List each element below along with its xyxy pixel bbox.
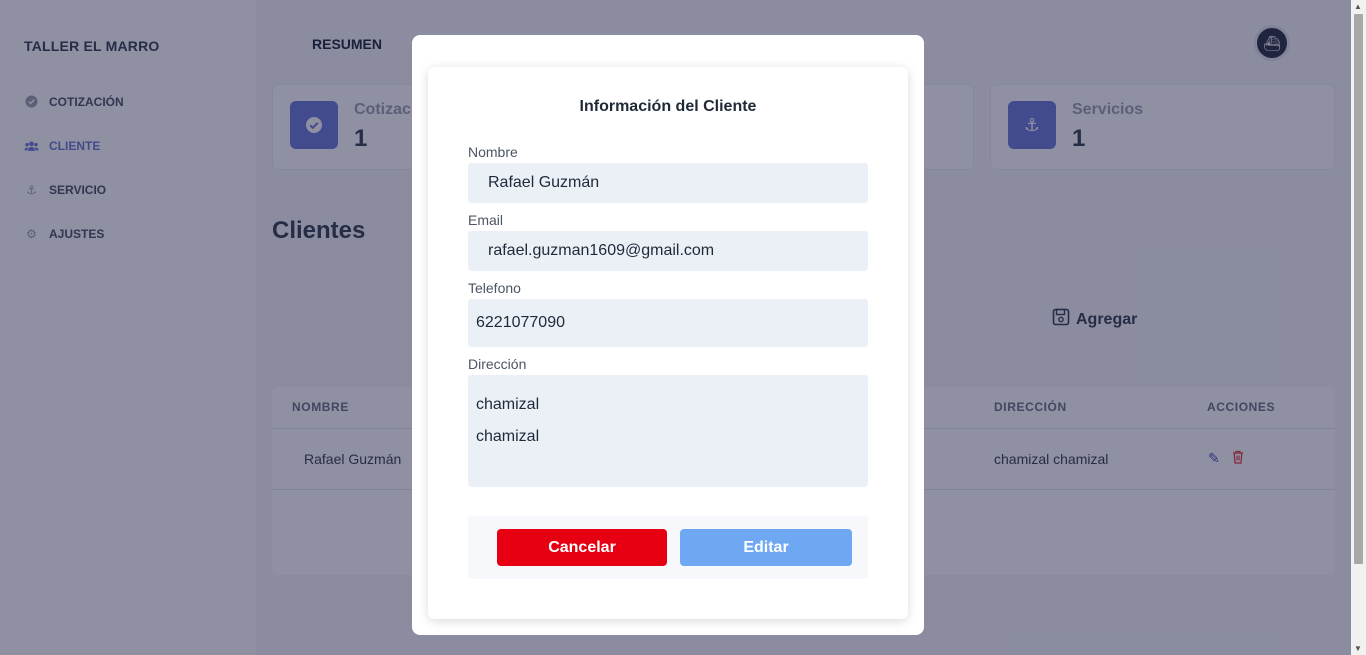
email-label: Email [468,212,504,228]
telefono-label: Telefono [468,280,521,296]
direccion-line: chamizal [476,428,540,445]
modal-actions: Cancelar Editar [468,516,868,579]
modal-title: Información del Cliente [579,98,757,115]
scroll-up-icon[interactable]: ▲ [1354,2,1362,11]
telefono-field[interactable]: 6221077090 [468,299,868,347]
scrollbar[interactable]: ▲ ▼ [1351,0,1366,655]
scroll-down-icon[interactable]: ▼ [1354,644,1362,653]
client-info-modal: Información del Cliente Nombre Rafael Gu… [412,35,924,635]
email-field[interactable]: rafael.guzman1609@gmail.com [468,231,868,271]
direccion-textarea[interactable]: chamizal chamizal [468,375,868,487]
nombre-label: Nombre [468,144,518,160]
direccion-line: chamizal [476,396,540,413]
edit-button[interactable]: Editar [680,529,852,566]
scroll-thumb[interactable] [1354,14,1363,564]
direccion-label: Dirección [468,356,527,372]
cancel-button[interactable]: Cancelar [497,529,667,566]
nombre-field[interactable]: Rafael Guzmán [468,163,868,203]
